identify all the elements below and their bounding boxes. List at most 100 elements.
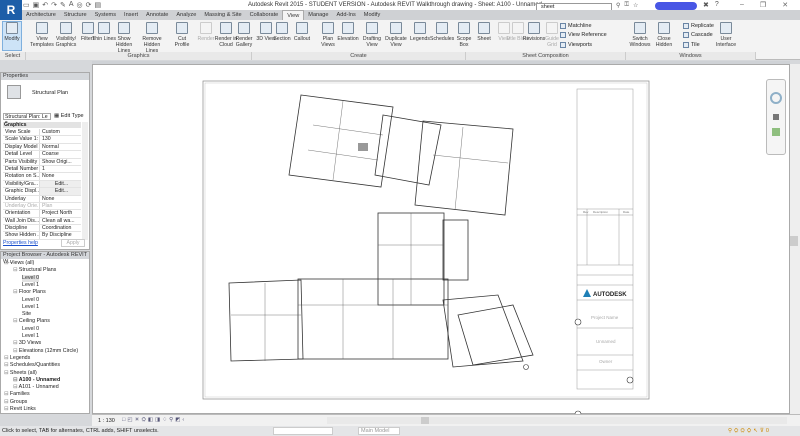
tree-node[interactable]: ⊟ Schedules/Quantities (4, 362, 60, 369)
tree-node[interactable]: Level 0 (22, 326, 39, 333)
cut-profile-button[interactable]: Cut Profile (170, 22, 194, 48)
edit-type-button[interactable]: ▦ Edit Type (54, 113, 84, 119)
open-icon[interactable]: ▭ (23, 1, 30, 9)
tab-annotate[interactable]: Annotate (142, 10, 172, 20)
tree-node[interactable]: ⊟ A101 - Unnamed (13, 384, 59, 391)
tab-manage[interactable]: Manage (304, 10, 332, 20)
tab-collaborate[interactable]: Collaborate (246, 10, 283, 20)
undo-icon[interactable]: ↶ (42, 1, 48, 9)
property-value[interactable]: Plan (39, 202, 81, 210)
tree-node[interactable]: ⊟ Groups (4, 399, 27, 406)
apply-button[interactable]: Apply (61, 239, 85, 247)
tab-massing-site[interactable]: Massing & Site (200, 10, 245, 20)
close-hidden-button[interactable]: Close Hidden (652, 22, 676, 48)
measure-icon[interactable]: ✎ (60, 1, 66, 9)
tab-structure[interactable]: Structure (60, 10, 91, 20)
scroll-thumb[interactable] (421, 417, 429, 424)
legends-button[interactable]: Legends (408, 22, 432, 42)
property-value[interactable]: Show Origi... (39, 158, 81, 165)
pan-icon[interactable] (773, 114, 779, 120)
property-value[interactable]: Edit... (39, 188, 81, 195)
remove-hidden-lines-button[interactable]: Remove Hidden Lines (140, 22, 164, 54)
vertical-scrollbar[interactable] (790, 64, 800, 414)
replicate-button[interactable]: Replicate (683, 23, 714, 29)
panel-select[interactable]: Select (0, 52, 26, 60)
panel-create[interactable]: Create (252, 52, 466, 60)
panel-graphics[interactable]: Graphics (26, 52, 252, 60)
property-row[interactable]: Discipline Coordination (3, 225, 81, 233)
tree-node[interactable]: Level 0 (22, 297, 39, 304)
property-value[interactable]: None (39, 173, 81, 180)
user-interface-button[interactable]: User Interface (714, 22, 738, 48)
tree-node[interactable]: ⊟ Elevations (12mm Circle) (13, 348, 78, 355)
close-icon[interactable]: ✕ (782, 1, 788, 9)
tree-node[interactable]: ⊟ Ceiling Plans (13, 318, 50, 325)
property-value[interactable]: Edit... (39, 180, 81, 188)
property-value[interactable]: Coordination (39, 225, 81, 232)
tab-architecture[interactable]: Architecture (22, 10, 60, 20)
tree-node[interactable]: Level 1 (22, 304, 39, 311)
tree-node[interactable]: ⊟ 3D Views (13, 340, 41, 347)
tree-node[interactable]: ⊟ Structural Plans (13, 267, 56, 274)
show-hidden-lines-button[interactable]: Show Hidden Lines (112, 22, 136, 54)
schedules-button[interactable]: Schedules (430, 22, 454, 42)
tree-node[interactable]: ⊟ Views (all) (4, 260, 34, 267)
key-icon[interactable]: ⚿ (624, 2, 629, 9)
workset-dropdown[interactable] (273, 427, 333, 435)
selection-filters[interactable]: ⚲⛭⛭⛭↖⊽0 (728, 426, 771, 436)
property-value[interactable]: Project North (39, 210, 81, 217)
callout-button[interactable]: Callout (290, 22, 314, 42)
redo-icon[interactable]: ↷ (51, 1, 57, 9)
tree-node[interactable]: ⊟ Families (4, 391, 30, 398)
revit-app-menu-button[interactable]: R (0, 0, 22, 20)
tab-systems[interactable]: Systems (91, 10, 120, 20)
horizontal-scrollbar[interactable] (327, 417, 787, 424)
close-windows-icon[interactable]: ▤ (95, 1, 102, 9)
view-templates-button[interactable]: View Templates (30, 22, 54, 48)
3d-icon[interactable]: ◎ (77, 1, 83, 9)
property-value[interactable]: Custom (39, 129, 81, 136)
design-option-dropdown[interactable]: Main Model (358, 427, 400, 435)
type-selector[interactable]: Structural Plan: Le ▾ (3, 113, 51, 126)
minimize-icon[interactable]: – (740, 1, 744, 9)
save-icon[interactable]: ▣ (33, 1, 40, 9)
switch-windows-button[interactable]: Switch Windows (628, 22, 652, 48)
property-row[interactable]: Display Model Normal (3, 143, 81, 152)
cascade-button[interactable]: Cascade (683, 32, 713, 38)
view-controls[interactable]: □◰☀⛭◧◨♢⚲◩‹ (122, 417, 186, 424)
property-row[interactable]: Wall Join Dis... Clean all wa... (3, 217, 81, 226)
render-gallery-button[interactable]: Render Gallery (232, 22, 256, 48)
property-value[interactable]: None (39, 195, 81, 202)
property-row[interactable]: Detail Level Coarse (3, 151, 81, 159)
view-reference-button[interactable]: View Reference (560, 32, 607, 38)
star-icon[interactable]: ☆ (633, 2, 638, 9)
tree-node[interactable]: ⊟ Floor Plans (13, 289, 46, 296)
matchline-button[interactable]: Matchline (560, 23, 592, 29)
panel-windows[interactable]: Windows (626, 52, 756, 60)
binoculars-icon[interactable]: ⚲ (616, 2, 620, 9)
tree-node[interactable]: Site (22, 311, 31, 318)
duplicate-view-button[interactable]: Duplicate View (384, 22, 408, 48)
restore-icon[interactable]: ❐ (760, 1, 766, 9)
tab-modify[interactable]: Modify (360, 10, 384, 20)
tree-node[interactable]: ⊟ Sheets (all) (4, 370, 37, 377)
property-value[interactable]: 1 (39, 165, 81, 173)
visibility-graphics-button[interactable]: Visibility/ Graphics (54, 22, 78, 48)
property-row[interactable]: Detail Number 1 (3, 165, 81, 174)
text-icon[interactable]: A (69, 1, 74, 9)
property-row[interactable]: View Scale Custom (3, 129, 81, 137)
property-value[interactable]: Coarse (39, 151, 81, 158)
exchange-icon[interactable]: ✖ (703, 1, 709, 9)
tree-node[interactable]: ⊟ Revit Links (4, 406, 36, 413)
drawing-canvas[interactable]: Rev Description Date AUTODESK Project Na… (92, 64, 790, 418)
properties-scrollbar[interactable] (82, 122, 88, 240)
sync-icon[interactable]: ⟳ (86, 1, 92, 9)
tab-add-ins[interactable]: Add-Ins (333, 10, 360, 20)
elevation-button[interactable]: Elevation (336, 22, 360, 42)
property-value[interactable]: Clean all wa... (39, 217, 81, 225)
panel-sheet-composition[interactable]: Sheet Composition (466, 52, 626, 60)
tile-button[interactable]: Tile (683, 42, 700, 48)
drafting-view-button[interactable]: Drafting View (360, 22, 384, 48)
tree-node[interactable]: Level 1 (22, 282, 39, 289)
property-row[interactable]: Underlay Orie... Plan (3, 202, 81, 211)
